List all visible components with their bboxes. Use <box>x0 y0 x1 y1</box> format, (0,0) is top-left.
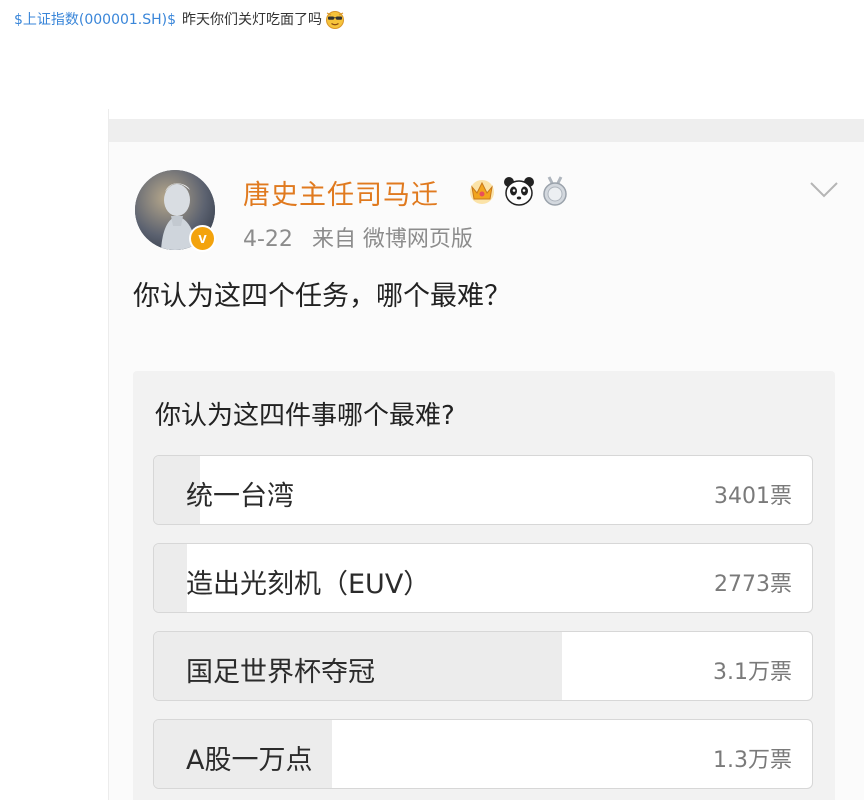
crown-badge-icon[interactable] <box>467 177 497 205</box>
silver-medal-badge-icon[interactable] <box>541 175 569 207</box>
post-date: 4-22 <box>243 227 293 252</box>
cool-face-emoji-icon <box>326 11 345 29</box>
poll-option[interactable]: 国足世界杯夺冠 3.1万票 <box>153 631 813 701</box>
poll-option-label: 统一台湾 <box>186 481 294 512</box>
poll-option-count: 1.3万票 <box>713 748 792 773</box>
poll-option-label: 造出光刻机（EUV） <box>186 569 431 600</box>
poll-option[interactable]: 造出光刻机（EUV） 2773票 <box>153 543 813 613</box>
user-name[interactable]: 唐史主任司马迁 <box>243 173 439 212</box>
poll-option-count: 3.1万票 <box>713 660 792 685</box>
post-source: 来自 微博网页版 <box>311 227 473 252</box>
verified-badge-icon: v <box>189 225 216 252</box>
weibo-screenshot: v 唐史主任司马迁 4-22 来自 微博网页版 你认为这四个任务，哪个最难？ 你… <box>108 109 864 800</box>
weibo-post-content: 你认为这四个任务，哪个最难？ <box>133 281 511 312</box>
stock-tag-link[interactable]: $上证指数(000001.SH)$ <box>14 9 176 29</box>
user-badges <box>467 174 569 208</box>
poll-title: 你认为这四件事哪个最难? <box>155 401 455 431</box>
poll-card: 你认为这四件事哪个最难? 统一台湾 3401票 造出光刻机（EUV） 2773票… <box>133 371 835 800</box>
screenshot-top-bar <box>109 109 864 142</box>
poll-option-fill <box>154 544 187 612</box>
chevron-down-icon[interactable] <box>809 181 839 199</box>
post-text-line: $上证指数(000001.SH)$ 昨天你们关灯吃面了吗 <box>14 9 346 29</box>
poll-option[interactable]: A股一万点 1.3万票 <box>153 719 813 789</box>
poll-option-count: 3401票 <box>714 484 792 509</box>
poll-option-label: 国足世界杯夺冠 <box>186 657 375 688</box>
panda-badge-icon[interactable] <box>503 176 535 206</box>
poll-option-label: A股一万点 <box>186 745 313 776</box>
poll-option-count: 2773票 <box>714 572 792 597</box>
poll-option[interactable]: 统一台湾 3401票 <box>153 455 813 525</box>
post-meta: 4-22 来自 微博网页版 <box>243 221 473 253</box>
post-text: 昨天你们关灯吃面了吗 <box>182 12 323 28</box>
